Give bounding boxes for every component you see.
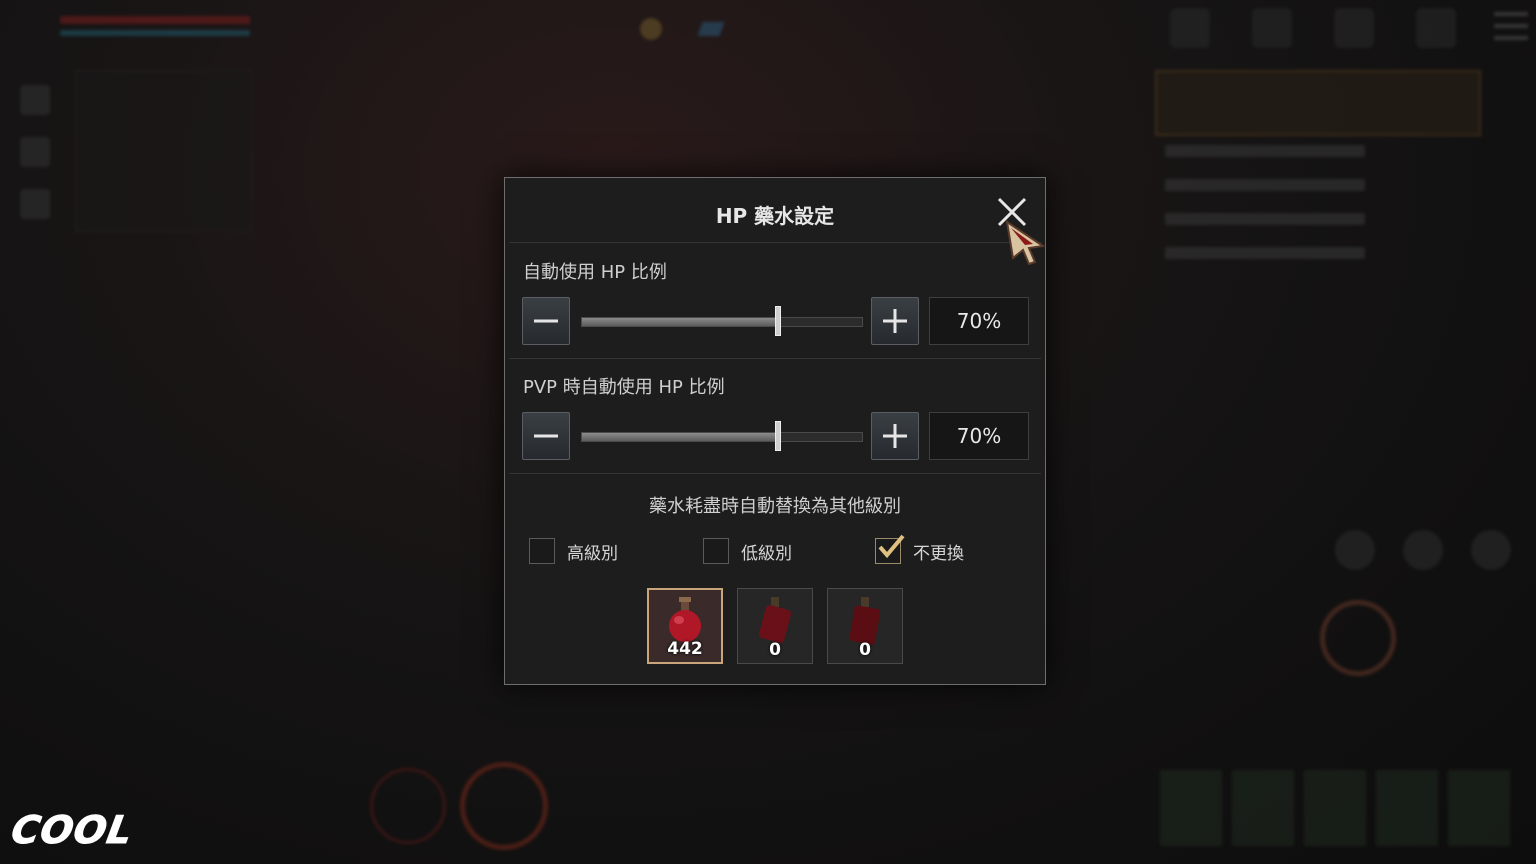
bag-icon <box>1334 8 1374 48</box>
skill-icon <box>1252 8 1292 48</box>
option-label: 不更換 <box>913 543 964 564</box>
gold-coin-icon <box>640 18 670 40</box>
potion-count: 0 <box>769 640 781 660</box>
slider-handle[interactable] <box>775 306 781 336</box>
currency-bar <box>640 18 730 40</box>
left-side-icons <box>20 85 50 241</box>
potion-slot[interactable]: 0 <box>737 588 813 664</box>
top-menu-icons <box>1170 8 1456 48</box>
slider-fill <box>582 318 778 326</box>
minus-icon <box>534 319 558 323</box>
pvp-hp-label: PVP 時自動使用 HP 比例 <box>523 377 725 398</box>
hamburger-menu-icon <box>1494 12 1528 48</box>
auto-hp-decrease-button[interactable] <box>522 297 570 345</box>
auto-replace-title: 藥水耗盡時自動替換為其他級別 <box>649 496 901 517</box>
potion-count: 0 <box>859 640 871 660</box>
mail-icon <box>20 137 50 167</box>
option-lower-grade[interactable]: 低級別 <box>703 538 792 564</box>
potion-count: 442 <box>667 639 703 659</box>
auto-hp-increase-button[interactable] <box>871 297 919 345</box>
divider <box>509 473 1041 474</box>
slider-handle[interactable] <box>775 421 781 451</box>
hp-potion-settings-dialog: HP 藥水設定 自動使用 HP 比例 70% PVP 時自動使用 HP 比例 7… <box>504 177 1046 685</box>
plus-icon <box>883 424 907 448</box>
option-label: 高級別 <box>567 543 618 564</box>
quest-tracker <box>1155 70 1481 136</box>
mp-bar <box>60 30 250 36</box>
skill-buttons <box>1335 530 1511 570</box>
home-icon <box>20 85 50 115</box>
pvp-hp-increase-button[interactable] <box>871 412 919 460</box>
hp-bar <box>60 16 250 24</box>
cool-logo: COOL <box>8 808 137 853</box>
checkmark-icon <box>878 534 905 559</box>
attack-button <box>1320 600 1396 676</box>
divider <box>509 358 1041 359</box>
skill-bar <box>1160 770 1510 846</box>
option-no-replace[interactable]: 不更換 <box>875 534 964 564</box>
checkbox[interactable] <box>529 538 555 564</box>
minus-icon <box>534 434 558 438</box>
auto-hp-label: 自動使用 HP 比例 <box>523 262 667 283</box>
player-status-bars <box>60 16 250 36</box>
quest-list <box>1165 145 1365 281</box>
plus-icon <box>883 309 907 333</box>
party-icon <box>20 189 50 219</box>
checkbox[interactable] <box>875 534 905 564</box>
skill-slot <box>370 768 446 844</box>
pvp-hp-value: 70% <box>929 412 1029 460</box>
auto-hp-value: 70% <box>929 297 1029 345</box>
potion-slot[interactable]: 0 <box>827 588 903 664</box>
dialog-title: HP 藥水設定 <box>715 204 835 228</box>
minimap <box>75 70 252 232</box>
option-higher-grade[interactable]: 高級別 <box>529 538 618 564</box>
divider <box>509 242 1041 243</box>
auto-hp-slider[interactable] <box>581 306 863 336</box>
mouse-cursor-icon <box>1005 220 1046 266</box>
diamond-icon <box>697 21 730 37</box>
shop-icon <box>1416 8 1456 48</box>
option-label: 低級別 <box>741 543 792 564</box>
character-icon <box>1170 8 1210 48</box>
slider-fill <box>582 433 778 441</box>
potion-quick-slot <box>460 762 548 850</box>
checkbox[interactable] <box>703 538 729 564</box>
potion-slot[interactable]: 442 <box>647 588 723 664</box>
pvp-hp-decrease-button[interactable] <box>522 412 570 460</box>
pvp-hp-slider[interactable] <box>581 421 863 451</box>
